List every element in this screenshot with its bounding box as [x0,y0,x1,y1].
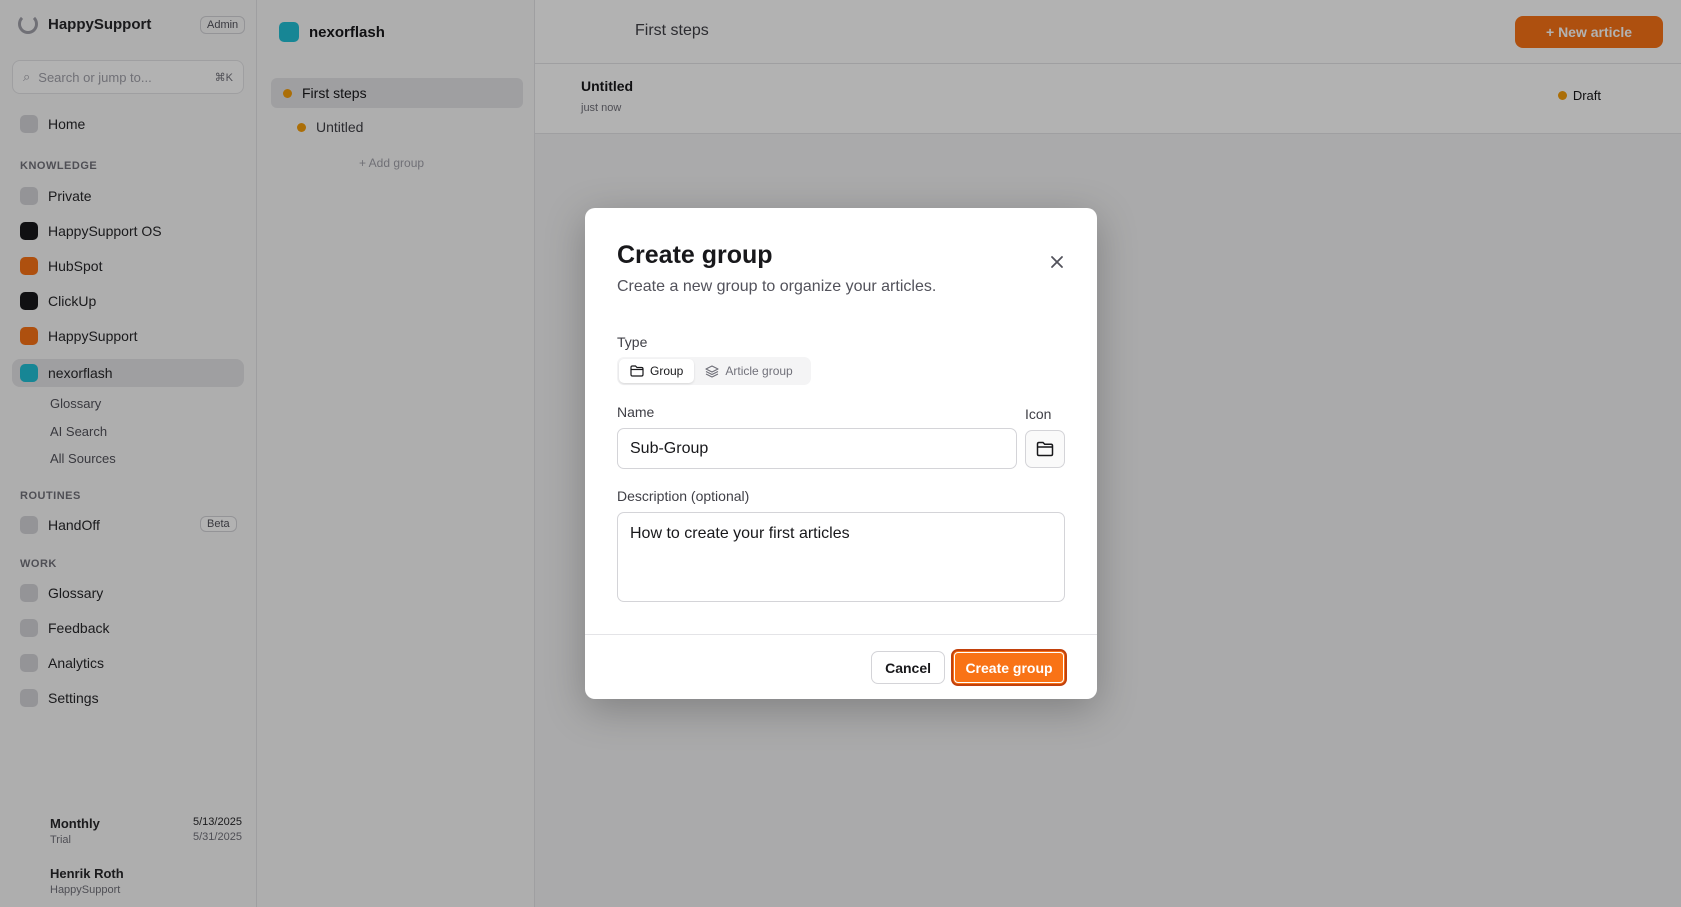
type-label: Type [617,334,648,350]
type-option-label: Article group [725,364,793,378]
folder-icon [1036,441,1054,457]
type-option-article-group[interactable]: Article group [694,359,803,383]
dialog-title: Create group [617,241,773,269]
folder-icon [630,365,644,377]
cancel-button[interactable]: Cancel [871,651,945,684]
type-selector: Group Article group [617,357,811,385]
icon-picker-button[interactable] [1025,430,1065,468]
close-icon[interactable] [1047,252,1067,272]
dialog-footer: Cancel Create group [585,634,1097,699]
create-group-dialog: Create group Create a new group to organ… [585,208,1097,699]
layers-icon [705,364,719,378]
name-label: Name [617,404,655,420]
type-option-label: Group [650,364,684,378]
type-option-group[interactable]: Group [619,359,695,383]
icon-label: Icon [1025,406,1052,422]
name-input[interactable] [617,428,1017,469]
dialog-description: Create a new group to organize your arti… [617,278,937,295]
create-group-button[interactable]: Create group [951,649,1067,686]
description-label: Description (optional) [617,488,750,504]
description-textarea[interactable]: How to create your first articles [617,512,1065,602]
